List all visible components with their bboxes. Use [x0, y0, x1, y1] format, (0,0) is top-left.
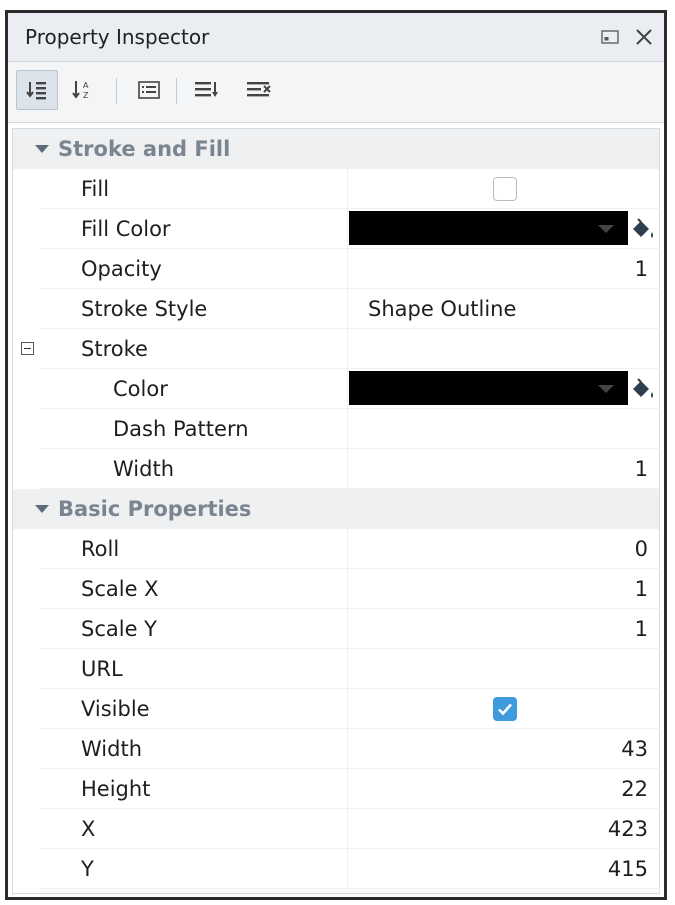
collapse-all-button[interactable] — [238, 70, 280, 110]
sort-categorized-button[interactable] — [16, 70, 58, 110]
fill-checkbox[interactable] — [493, 177, 517, 201]
property-value[interactable]: 415 — [608, 857, 648, 881]
panel-title: Property Inspector — [25, 25, 210, 49]
property-row-x[interactable]: X 423 — [13, 809, 660, 849]
stroke-color-swatch[interactable] — [349, 371, 628, 405]
property-row-roll[interactable]: Roll 0 — [13, 529, 660, 569]
property-name: Roll — [81, 537, 120, 561]
collapse-arrow-icon[interactable] — [35, 145, 49, 153]
chevron-down-icon[interactable] — [598, 385, 614, 393]
property-pages-button[interactable] — [128, 70, 170, 110]
property-row-y[interactable]: Y 415 — [13, 849, 660, 889]
property-row-dash-pattern[interactable]: Dash Pattern — [13, 409, 660, 449]
property-row-stroke[interactable]: Stroke — [13, 329, 660, 369]
inspector-toolbar: A Z — [8, 62, 664, 123]
property-value[interactable]: 1 — [635, 577, 648, 601]
svg-text:A: A — [83, 81, 89, 90]
property-value[interactable]: 423 — [608, 817, 648, 841]
property-name: Fill — [81, 177, 110, 201]
property-name: Height — [81, 777, 151, 801]
property-value[interactable]: 22 — [621, 777, 648, 801]
property-row-url[interactable]: URL — [13, 649, 660, 689]
property-row-scale-y[interactable]: Scale Y 1 — [13, 609, 660, 649]
paint-bucket-icon[interactable] — [628, 215, 656, 243]
property-value[interactable]: 43 — [621, 737, 648, 761]
property-name: Y — [81, 857, 94, 881]
category-label: Stroke and Fill — [58, 137, 231, 161]
property-value[interactable]: 1 — [635, 457, 648, 481]
collapse-arrow-icon[interactable] — [35, 505, 49, 513]
category-label: Basic Properties — [58, 497, 252, 521]
sort-alphabetical-icon: A Z — [72, 81, 89, 100]
property-row-width[interactable]: Width 43 — [13, 729, 660, 769]
paint-bucket-icon[interactable] — [628, 375, 656, 403]
collapse-toggle-icon[interactable] — [21, 342, 34, 355]
property-name: Stroke — [81, 337, 148, 361]
property-row-opacity[interactable]: Opacity 1 — [13, 249, 660, 289]
property-row-visible[interactable]: Visible — [13, 689, 660, 729]
property-name: Fill Color — [81, 217, 171, 241]
property-name: Scale Y — [81, 617, 158, 641]
property-inspector-panel: Property Inspector A Z Stroke and Fill F… — [5, 10, 667, 900]
svg-text:Z: Z — [83, 91, 89, 100]
category-stroke-and-fill[interactable]: Stroke and Fill — [13, 129, 659, 169]
property-name: X — [81, 817, 96, 841]
close-icon[interactable] — [632, 25, 656, 49]
property-row-stroke-width[interactable]: Width 1 — [13, 449, 660, 489]
toolbar-separator — [116, 78, 117, 104]
property-pages-icon — [138, 81, 160, 99]
sort-alphabetical-button[interactable]: A Z — [62, 70, 104, 110]
property-name: Width — [113, 457, 175, 481]
collapse-all-icon — [247, 82, 271, 97]
category-basic-properties[interactable]: Basic Properties — [13, 489, 659, 529]
expand-all-icon — [195, 82, 218, 97]
sort-categorized-icon — [26, 82, 46, 100]
visible-checkbox[interactable] — [493, 697, 517, 721]
property-row-fill[interactable]: Fill — [13, 169, 660, 209]
property-value[interactable]: Shape Outline — [368, 297, 516, 321]
property-name: Visible — [81, 697, 150, 721]
property-row-fill-color[interactable]: Fill Color — [13, 209, 660, 249]
property-grid: Stroke and Fill Fill Fill Color Opacity … — [12, 128, 660, 894]
chevron-down-icon[interactable] — [598, 225, 614, 233]
property-name: Opacity — [81, 257, 162, 281]
property-row-stroke-style[interactable]: Stroke Style Shape Outline — [13, 289, 660, 329]
expand-all-button[interactable] — [186, 70, 228, 110]
window-restore-icon[interactable] — [598, 25, 622, 49]
toolbar-separator — [176, 78, 177, 104]
property-value[interactable]: 0 — [635, 537, 648, 561]
property-row-scale-x[interactable]: Scale X 1 — [13, 569, 660, 609]
checkmark-icon — [498, 703, 512, 716]
property-row-stroke-color[interactable]: Color — [13, 369, 660, 409]
property-value[interactable]: 1 — [635, 257, 648, 281]
property-name: Width — [81, 737, 143, 761]
property-name: URL — [81, 657, 123, 681]
property-value[interactable]: 1 — [635, 617, 648, 641]
property-name: Scale X — [81, 577, 159, 601]
property-name: Stroke Style — [81, 297, 208, 321]
fill-color-swatch[interactable] — [349, 211, 628, 245]
panel-titlebar[interactable]: Property Inspector — [8, 13, 664, 62]
property-row-height[interactable]: Height 22 — [13, 769, 660, 809]
property-name: Dash Pattern — [113, 417, 249, 441]
property-name: Color — [113, 377, 168, 401]
